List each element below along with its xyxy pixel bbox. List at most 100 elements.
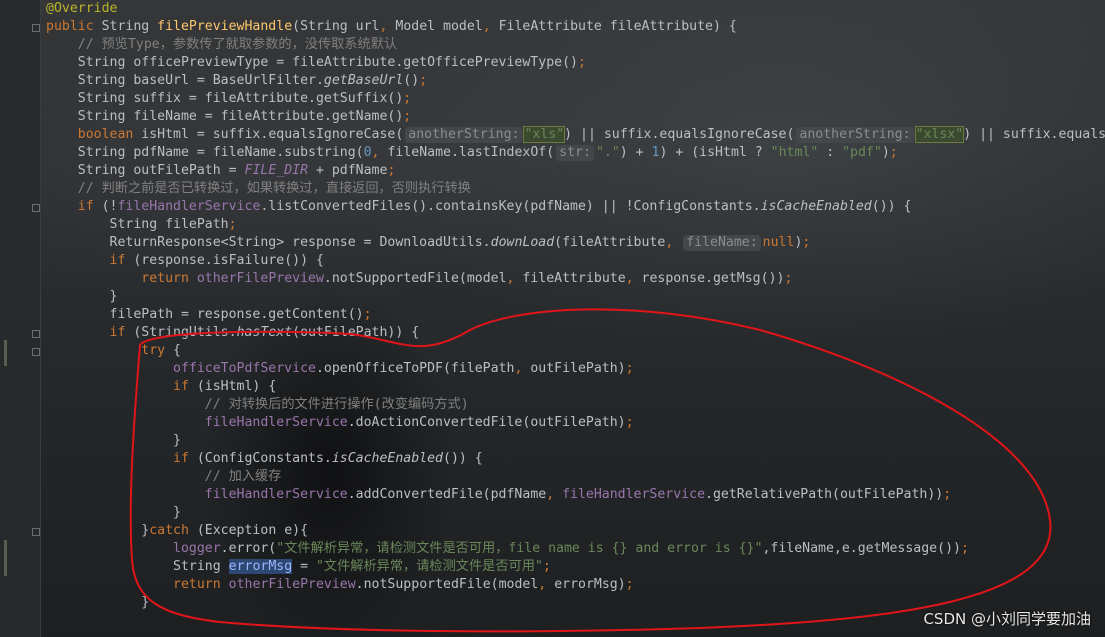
code-token: { [173, 343, 181, 358]
code-line[interactable]: } [46, 504, 1105, 522]
code-line[interactable]: // 预览Type，参数传了就取参数的，没传取系统默认 [46, 36, 1105, 54]
vcs-change-marker[interactable] [4, 540, 7, 576]
vcs-change-marker[interactable] [4, 340, 7, 366]
code-token: return [46, 271, 197, 286]
code-line[interactable]: if (ConfigConstants.isCacheEnabled()) { [46, 450, 1105, 468]
code-token: officeToPdfService [46, 361, 316, 376]
code-line[interactable]: String baseUrl = BaseUrlFilter.getBaseUr… [46, 72, 1105, 90]
fold-marker-icon[interactable] [32, 24, 40, 32]
code-line[interactable]: } [46, 288, 1105, 306]
code-token: ; [387, 163, 396, 178]
code-line[interactable]: @Override [46, 0, 1105, 18]
code-token: fileAttribute [522, 271, 626, 286]
code-line[interactable]: }catch (Exception e){ [46, 522, 1105, 540]
code-line[interactable]: return otherFilePreview.notSupportedFile… [46, 576, 1105, 594]
code-token: ; [625, 415, 634, 430]
code-line[interactable]: String suffix = fileAttribute.getSuffix(… [46, 90, 1105, 108]
code-token: ; [419, 73, 428, 88]
code-token: FILE_DIR [244, 163, 309, 178]
parameter-hint: anotherString: [796, 127, 914, 143]
code-token: FileAttribute fileAttribute) { [498, 19, 737, 34]
code-line[interactable]: boolean isHtml = suffix.equalsIgnoreCase… [46, 126, 1105, 144]
code-token: // 对转换后的文件进行操作(改变编码方式) [46, 397, 469, 412]
code-token: isCacheEnabled [331, 451, 443, 466]
code-token: // 预览Type，参数传了就取参数的，没传取系统默认 [46, 37, 398, 52]
code-token: logger [46, 541, 221, 556]
code-line[interactable]: // 对转换后的文件进行操作(改变编码方式) [46, 396, 1105, 414]
code-token: 0 [363, 145, 372, 160]
code-token: ) || suffix.equalsIg [963, 127, 1105, 142]
code-token: .listConvertedFiles().containsKey(pdfNam… [260, 199, 761, 214]
code-token: ; [228, 217, 237, 232]
code-token: .error( [220, 541, 277, 556]
code-token: String baseUrl = BaseUrlFilter. [46, 73, 324, 88]
code-token: filePreviewHandle [157, 19, 293, 34]
code-token: return [46, 577, 229, 592]
code-token: + pdfName [308, 163, 388, 178]
code-token: ) + [619, 145, 652, 160]
code-token: boolean [46, 127, 142, 142]
code-token: , [665, 235, 682, 250]
code-line[interactable]: if (isHtml) { [46, 378, 1105, 396]
code-token: isCacheEnabled [760, 199, 872, 214]
code-token: errorMsg [228, 559, 293, 574]
code-line[interactable]: String errorMsg = "文件解析异常，请检测文件是否可用"; [46, 558, 1105, 576]
code-line[interactable]: if (response.isFailure()) { [46, 252, 1105, 270]
code-line[interactable]: ReturnResponse<String> response = Downlo… [46, 234, 1105, 252]
code-token: "文件解析异常，请检测文件是否可用，file name is {} and er… [276, 541, 763, 556]
code-line[interactable]: if (!fileHandlerService.listConvertedFil… [46, 198, 1105, 216]
code-token: "html" [770, 145, 819, 160]
code-line[interactable]: filePath = response.getContent(); [46, 306, 1105, 324]
code-editor[interactable]: @Override public String filePreviewHandle… [46, 0, 1105, 612]
code-line[interactable]: String outFilePath = FILE_DIR + pdfName; [46, 162, 1105, 180]
code-line[interactable]: officeToPdfService.openOfficeToPDF(fileP… [46, 360, 1105, 378]
code-token: if [46, 325, 134, 340]
code-line[interactable]: if (StringUtils.hasText(outFilePath)) { [46, 324, 1105, 342]
fold-marker-icon[interactable] [32, 330, 40, 338]
code-token: ; [403, 91, 412, 106]
code-token: ) [881, 145, 890, 160]
code-token: "xlsx" [914, 126, 965, 143]
line-gutter[interactable] [0, 0, 41, 637]
code-token: () [403, 73, 420, 88]
fold-marker-icon[interactable] [32, 528, 40, 536]
code-token: ; [889, 145, 898, 160]
code-token: , [625, 271, 642, 286]
code-token: hasText [236, 325, 293, 340]
code-token: ; [403, 109, 412, 124]
code-token: ; [960, 541, 969, 556]
code-token: , [538, 577, 555, 592]
code-token: .addConvertedFile(pdfName [347, 487, 547, 502]
code-token: downLoad [490, 235, 555, 250]
parameter-hint: fileName: [683, 235, 761, 251]
code-line[interactable]: return otherFilePreview.notSupportedFile… [46, 270, 1105, 288]
code-line[interactable]: logger.error("文件解析异常，请检测文件是否可用，file name… [46, 540, 1105, 558]
fold-marker-icon[interactable] [32, 348, 40, 356]
code-line[interactable]: fileHandlerService .addConvertedFile(pdfN… [46, 486, 1105, 504]
code-token: fileHandlerService [562, 487, 706, 502]
code-token: null [762, 235, 795, 250]
code-token: String filePath [46, 217, 229, 232]
code-line[interactable]: String filePath; [46, 216, 1105, 234]
code-token: (! [101, 199, 118, 214]
code-line[interactable]: String officePreviewType = fileAttribute… [46, 54, 1105, 72]
code-line[interactable]: // 判断之前是否已转换过，如果转换过，直接返回，否则执行转换 [46, 180, 1105, 198]
code-token: .notSupportedFile(model [323, 271, 507, 286]
code-token: if [46, 451, 197, 466]
code-token: (String url [292, 19, 380, 34]
code-token: (isHtml) { [196, 379, 277, 394]
code-line[interactable]: fileHandlerService.doActionConvertedFile… [46, 414, 1105, 432]
code-line[interactable]: public String filePreviewHandle(String u… [46, 18, 1105, 36]
code-token: String suffix = fileAttribute.getSuffix(… [46, 91, 404, 106]
code-token: otherFilePreview [228, 577, 356, 592]
fold-marker-icon[interactable] [32, 204, 40, 212]
code-token: try [46, 343, 174, 358]
code-line[interactable]: try { [46, 342, 1105, 360]
code-token: (StringUtils. [133, 325, 237, 340]
code-token: isHtml = suffix.equalsIgnoreCase( [141, 127, 404, 142]
code-line[interactable]: // 加入缓存 [46, 468, 1105, 486]
code-line[interactable]: String fileName = fileAttribute.getName(… [46, 108, 1105, 126]
code-line[interactable]: } [46, 432, 1105, 450]
code-line[interactable]: String pdfName = fileName.substring(0, f… [46, 144, 1105, 162]
code-token: ) + (isHtml ? [659, 145, 771, 160]
